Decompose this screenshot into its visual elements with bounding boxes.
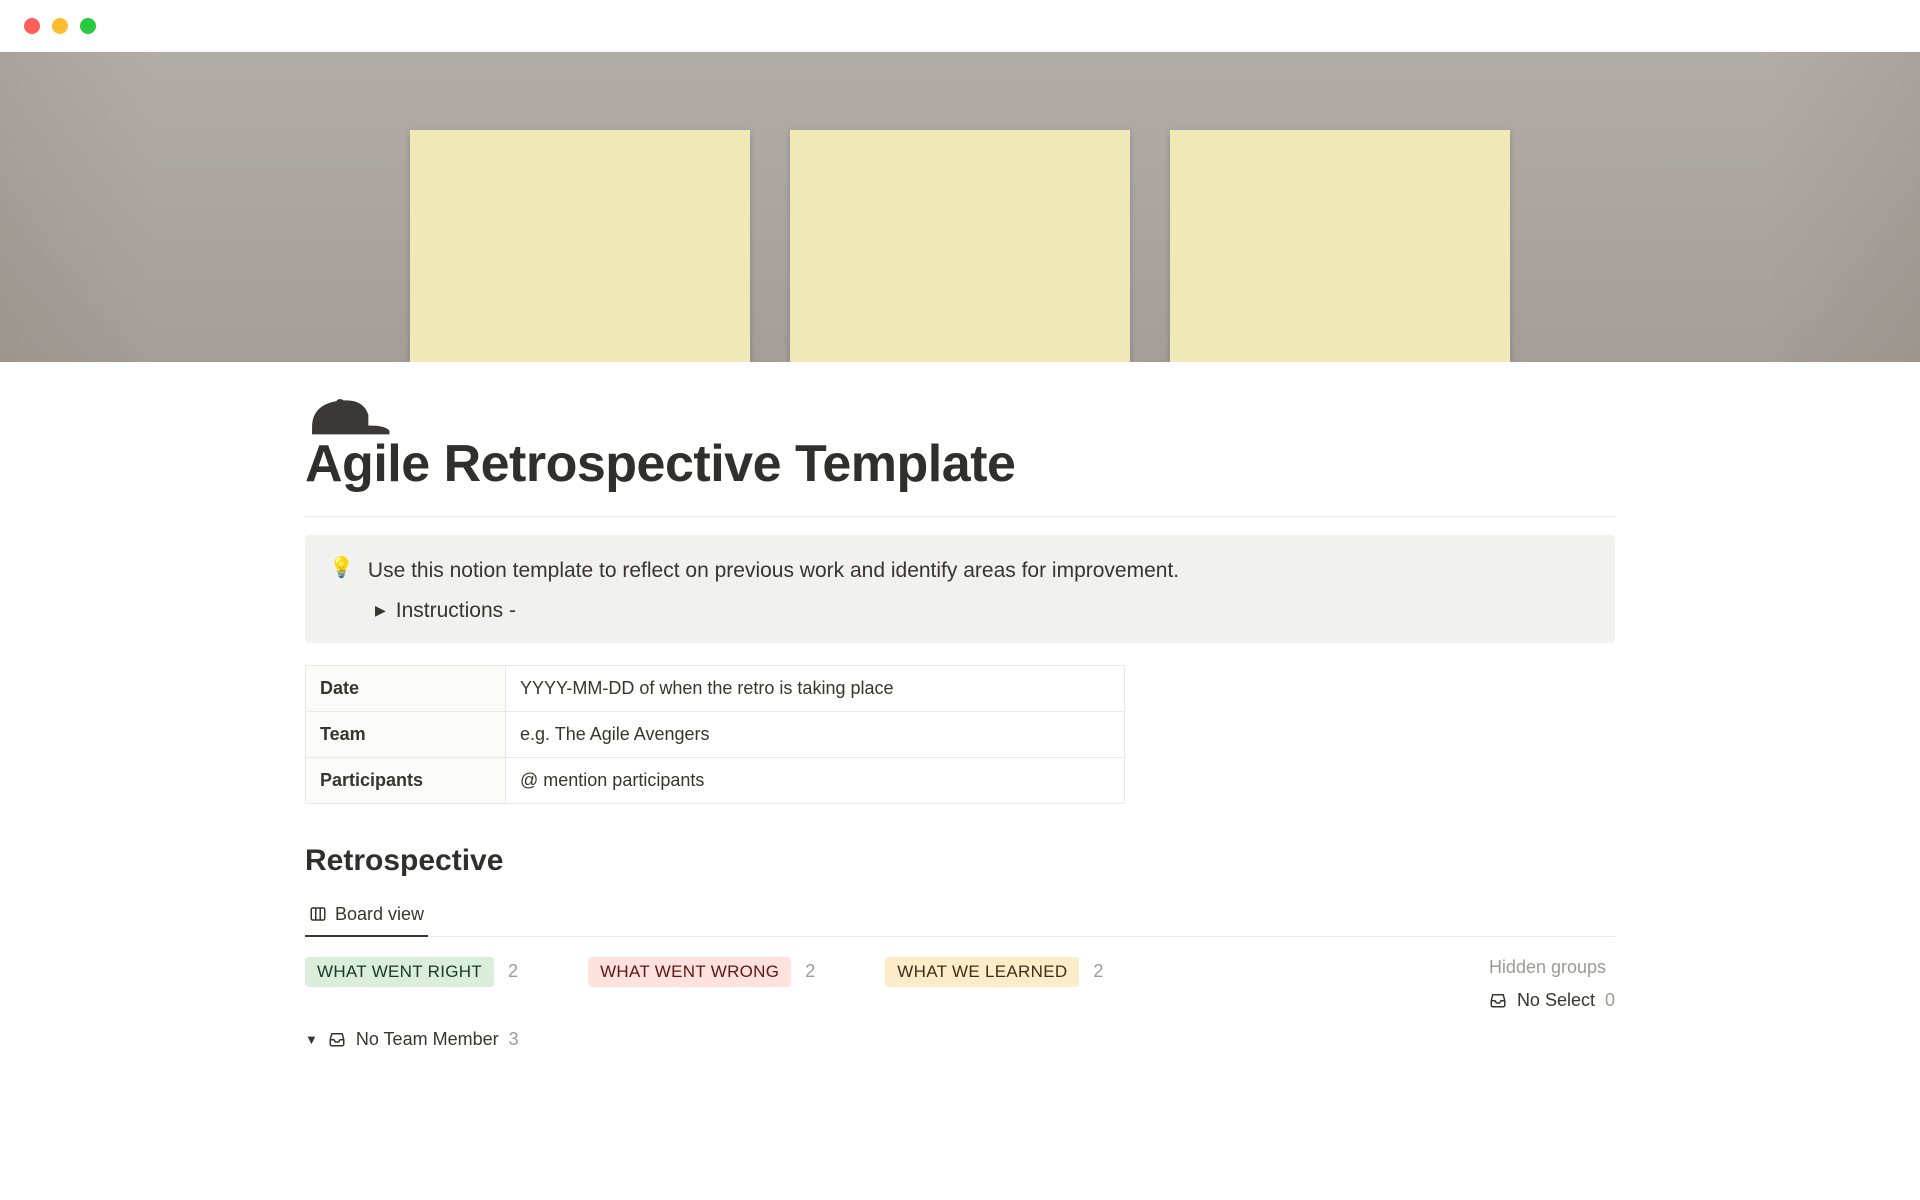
hidden-groups-title: Hidden groups <box>1489 957 1615 978</box>
lightbulb-icon: 💡 <box>329 555 354 580</box>
info-value[interactable]: YYYY-MM-DD of when the retro is taking p… <box>506 666 1124 711</box>
close-window-button[interactable] <box>24 18 40 34</box>
cap-icon <box>305 385 393 445</box>
subgroup-count: 3 <box>509 1029 519 1050</box>
callout-text[interactable]: Use this notion template to reflect on p… <box>368 555 1179 587</box>
column-tag: WHAT WE LEARNED <box>885 957 1079 987</box>
info-table: Date YYYY-MM-DD of when the retro is tak… <box>305 665 1125 804</box>
callout-block[interactable]: 💡 Use this notion template to reflect on… <box>305 535 1615 643</box>
hidden-item-label: No Select <box>1517 990 1595 1011</box>
column-tag: WHAT WENT WRONG <box>588 957 791 987</box>
info-value[interactable]: e.g. The Agile Avengers <box>506 712 1124 757</box>
board-columns: WHAT WENT RIGHT 2 WHAT WENT WRONG 2 WHAT… <box>305 957 1615 1011</box>
chevron-right-icon: ▶ <box>375 602 386 619</box>
window-chrome <box>0 0 1920 52</box>
board-column[interactable]: WHAT WENT WRONG 2 <box>588 957 815 987</box>
hidden-groups: Hidden groups No Select 0 <box>1489 957 1615 1011</box>
hidden-group-item[interactable]: No Select 0 <box>1489 990 1615 1011</box>
inbox-icon <box>328 1030 346 1048</box>
column-count: 2 <box>508 961 518 982</box>
board-icon <box>309 905 327 923</box>
info-key: Date <box>306 666 506 711</box>
view-tabs: Board view <box>305 896 1615 937</box>
subgroup-label: No Team Member <box>356 1029 499 1050</box>
page-cover[interactable] <box>0 52 1920 362</box>
instructions-toggle[interactable]: ▶ Instructions - <box>375 599 1591 623</box>
info-key: Participants <box>306 758 506 803</box>
divider <box>305 516 1615 517</box>
table-row[interactable]: Team e.g. The Agile Avengers <box>306 712 1124 758</box>
tab-board-view[interactable]: Board view <box>305 896 428 937</box>
toggle-label: Instructions - <box>396 599 516 623</box>
board-subgroup[interactable]: ▼ No Team Member 3 <box>305 1029 1615 1050</box>
board-column[interactable]: WHAT WE LEARNED 2 <box>885 957 1103 987</box>
minimize-window-button[interactable] <box>52 18 68 34</box>
column-tag: WHAT WENT RIGHT <box>305 957 494 987</box>
info-key: Team <box>306 712 506 757</box>
table-row[interactable]: Participants @ mention participants <box>306 758 1124 803</box>
inbox-icon <box>1489 991 1507 1009</box>
column-count: 2 <box>805 961 815 982</box>
chevron-down-icon: ▼ <box>305 1032 318 1047</box>
page-icon[interactable] <box>305 379 393 457</box>
board-column[interactable]: WHAT WENT RIGHT 2 <box>305 957 518 987</box>
info-value[interactable]: @ mention participants <box>506 758 1124 803</box>
hidden-item-count: 0 <box>1605 990 1615 1011</box>
maximize-window-button[interactable] <box>80 18 96 34</box>
retrospective-heading[interactable]: Retrospective <box>305 844 1615 878</box>
cover-decoration <box>410 130 1510 362</box>
page-title[interactable]: Agile Retrospective Template <box>305 434 1615 494</box>
view-tab-label: Board view <box>335 904 424 925</box>
column-count: 2 <box>1093 961 1103 982</box>
table-row[interactable]: Date YYYY-MM-DD of when the retro is tak… <box>306 666 1124 712</box>
